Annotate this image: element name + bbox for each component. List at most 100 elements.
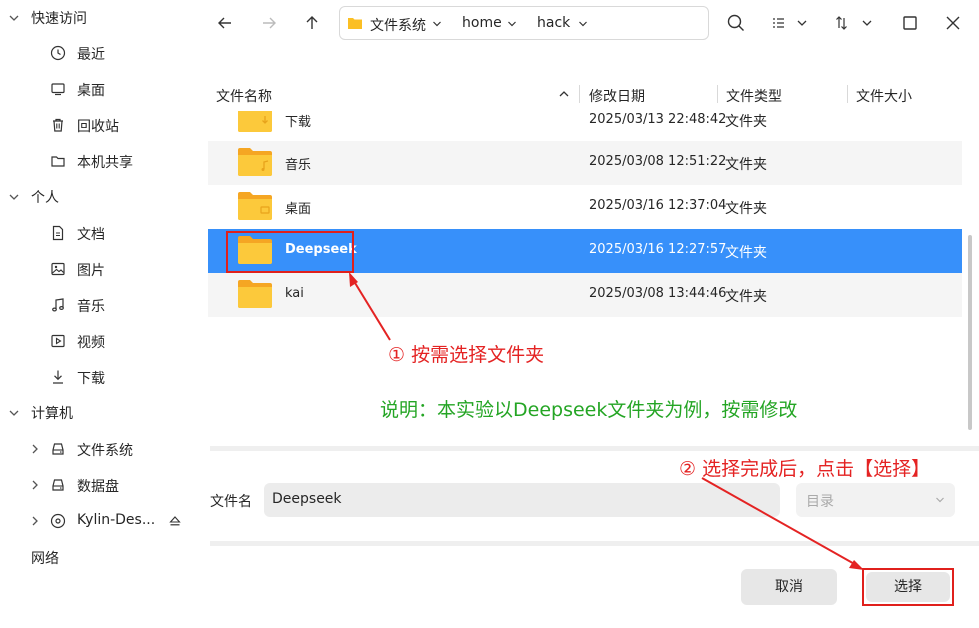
folder-music-icon xyxy=(238,148,272,176)
folder-icon xyxy=(348,18,362,29)
forward-arrow-icon[interactable] xyxy=(258,12,280,34)
file-name: kai xyxy=(285,286,304,301)
sort-asc-icon[interactable] xyxy=(558,89,570,99)
sidebar-group-label: 个人 xyxy=(31,190,59,206)
sidebar-item-label: 文档 xyxy=(77,227,105,243)
annotation-step1: ① 按需选择文件夹 xyxy=(388,344,545,366)
file-name-input[interactable]: Deepseek xyxy=(264,483,780,517)
annotation-note: 说明：本实验以Deepseek文件夹为例，按需修改 xyxy=(380,399,798,421)
sidebar-item-videos[interactable]: 视频 xyxy=(0,323,198,359)
file-name: 下载 xyxy=(285,115,312,130)
search-icon[interactable] xyxy=(725,12,747,34)
table-row[interactable]: 音乐 2025/03/08 12:51:22 文件夹 xyxy=(208,141,962,185)
column-modified[interactable]: 修改日期 xyxy=(589,86,645,106)
folder-outline-icon xyxy=(51,156,65,167)
sidebar-item-label: 最近 xyxy=(77,47,105,63)
file-type: 文件夹 xyxy=(725,289,767,305)
chevron-down-icon[interactable] xyxy=(578,19,588,29)
column-size[interactable]: 文件大小 xyxy=(856,86,912,106)
path-bar[interactable]: 文件系统 home hack xyxy=(339,6,709,40)
table-row[interactable]: kai 2025/03/08 13:44:46 文件夹 xyxy=(208,273,962,317)
trash-icon xyxy=(53,118,63,132)
sidebar-group-label: 快速访问 xyxy=(31,11,87,27)
chevron-down-icon xyxy=(9,410,19,416)
column-separator[interactable] xyxy=(717,85,718,103)
chevron-right-icon[interactable] xyxy=(30,443,40,455)
sidebar-item-label: 文件系统 xyxy=(77,443,133,459)
download-icon xyxy=(53,370,63,384)
sidebar-item-label: 回收站 xyxy=(77,119,119,135)
clock-icon xyxy=(50,45,66,61)
file-date: 2025/03/08 12:51:22 xyxy=(589,154,727,169)
column-type[interactable]: 文件类型 xyxy=(726,86,782,106)
breadcrumb-home[interactable]: home xyxy=(462,15,502,31)
column-separator[interactable] xyxy=(579,85,580,103)
up-arrow-icon[interactable] xyxy=(301,12,323,34)
sidebar-item-music[interactable]: 音乐 xyxy=(0,287,198,323)
file-date: 2025/03/16 12:27:57 xyxy=(589,242,727,257)
monitor-icon xyxy=(51,83,65,96)
file-type-select[interactable]: 目录 xyxy=(796,483,955,517)
sidebar-group-quick-access[interactable]: 快速访问 xyxy=(0,0,198,36)
sidebar-item-label: 下载 xyxy=(77,371,105,387)
file-type-selected: 目录 xyxy=(806,494,834,510)
column-separator[interactable] xyxy=(847,85,848,103)
file-date: 2025/03/13 22:48:42 xyxy=(589,112,727,127)
sidebar-item-label: 视频 xyxy=(77,335,105,351)
sidebar-item-filesystem[interactable]: 文件系统 xyxy=(0,431,198,467)
table-row[interactable]: 桌面 2025/03/16 12:37:04 文件夹 xyxy=(208,185,962,229)
chevron-right-icon[interactable] xyxy=(30,515,40,527)
file-type: 文件夹 xyxy=(725,245,767,261)
vertical-scrollbar[interactable] xyxy=(968,235,972,430)
sidebar-item-label: 数据盘 xyxy=(77,479,119,495)
table-row[interactable]: 下载 2025/03/13 22:48:42 文件夹 xyxy=(208,111,962,141)
folder-download-icon xyxy=(238,111,272,132)
sidebar-item-kylin-disc[interactable]: Kylin-Des... xyxy=(0,503,198,539)
sidebar: 快速访问 最近 桌面 回收站 本机共享 个人 文档 图片 音乐 视频 下载 计算… xyxy=(0,0,198,628)
file-name: 音乐 xyxy=(285,158,312,173)
highlight-frame-select xyxy=(862,568,954,606)
cancel-button[interactable]: 取消 xyxy=(741,569,837,605)
view-mode-icon[interactable] xyxy=(767,12,811,34)
sidebar-item-label: Kylin-Des... xyxy=(77,512,156,528)
image-icon xyxy=(51,262,65,276)
file-name-label: 文件名 xyxy=(210,494,252,510)
breadcrumb-filesystem[interactable]: 文件系统 xyxy=(370,15,426,35)
disc-icon xyxy=(50,513,66,529)
file-name-value: Deepseek xyxy=(272,491,342,507)
back-arrow-icon[interactable] xyxy=(214,12,236,34)
document-icon xyxy=(52,225,64,241)
sidebar-item-pictures[interactable]: 图片 xyxy=(0,251,198,287)
close-icon[interactable] xyxy=(942,12,964,34)
sidebar-item-trash[interactable]: 回收站 xyxy=(0,107,198,143)
sidebar-item-desktop[interactable]: 桌面 xyxy=(0,71,198,107)
sidebar-item-documents[interactable]: 文档 xyxy=(0,215,198,251)
chevron-down-icon xyxy=(9,15,19,21)
sidebar-group-personal[interactable]: 个人 xyxy=(0,179,198,215)
file-type: 文件夹 xyxy=(725,114,767,130)
sidebar-item-data-disk[interactable]: 数据盘 xyxy=(0,467,198,503)
sidebar-item-label: 桌面 xyxy=(77,83,105,99)
sidebar-group-label: 计算机 xyxy=(31,406,73,422)
file-type: 文件夹 xyxy=(725,157,767,173)
sidebar-group-computer[interactable]: 计算机 xyxy=(0,395,198,431)
sort-icon[interactable] xyxy=(832,12,876,34)
breadcrumb-hack[interactable]: hack xyxy=(537,15,570,31)
sidebar-item-network[interactable]: 网络 xyxy=(31,548,59,568)
drive-icon xyxy=(52,479,64,491)
column-name[interactable]: 文件名称 xyxy=(216,86,272,106)
sidebar-item-recent[interactable]: 最近 xyxy=(0,35,198,71)
chevron-down-icon xyxy=(936,497,944,503)
eject-icon[interactable] xyxy=(169,515,181,527)
maximize-icon[interactable] xyxy=(899,12,921,34)
sidebar-item-downloads[interactable]: 下载 xyxy=(0,359,198,395)
chevron-down-icon xyxy=(9,194,19,200)
file-date: 2025/03/08 13:44:46 xyxy=(589,286,727,301)
file-date: 2025/03/16 12:37:04 xyxy=(589,198,727,213)
sidebar-item-shared[interactable]: 本机共享 xyxy=(0,143,198,179)
chevron-down-icon[interactable] xyxy=(432,19,442,29)
chevron-right-icon[interactable] xyxy=(30,479,40,491)
chevron-down-icon[interactable] xyxy=(507,19,517,29)
music-note-icon xyxy=(52,298,64,312)
sidebar-item-label: 图片 xyxy=(77,263,105,279)
